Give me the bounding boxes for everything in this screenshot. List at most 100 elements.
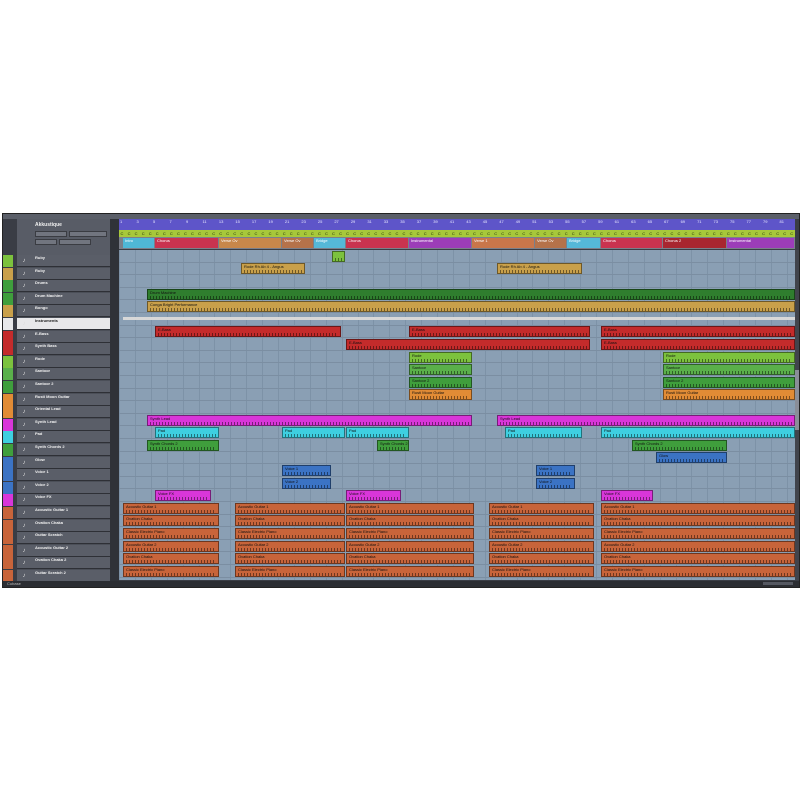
event-part[interactable]: Acoustic Guitar 2 [601, 540, 795, 552]
marker[interactable]: C [584, 231, 590, 236]
marker-track[interactable]: CCCCCCCCCCCCCCCCCCCCCCCCCCCCCCCCCCCCCCCC… [119, 230, 795, 237]
event-part[interactable]: Santoor [663, 364, 795, 376]
marker[interactable]: C [359, 231, 365, 236]
event-part[interactable]: Acoustic Guitar 2 [123, 540, 219, 552]
track-name[interactable]: Drums [35, 280, 48, 285]
event-part[interactable]: Ovation Chaka [601, 515, 795, 527]
event-part[interactable]: Ovation Chaka [489, 515, 594, 527]
marker[interactable]: C [253, 231, 259, 236]
marker[interactable]: C [725, 231, 731, 236]
arranger-section[interactable]: Verse Ov [219, 238, 281, 248]
marker[interactable]: C [676, 231, 682, 236]
event-part[interactable]: Acoustic Guitar 1 [489, 502, 594, 514]
track-visibility-button[interactable] [35, 239, 57, 245]
track-header[interactable]: ♪ Synth Chords 2 [3, 444, 110, 463]
event-part[interactable]: Voice FX [601, 490, 653, 502]
event-part[interactable]: Classic Electric Piano [489, 565, 594, 577]
vertical-scroll-thumb[interactable] [795, 370, 799, 430]
event-part[interactable]: Rusti Moon Guitar [663, 389, 795, 401]
event-part[interactable]: Pad [282, 427, 345, 439]
marker[interactable]: C [570, 231, 576, 236]
event-part[interactable]: Rode [663, 351, 795, 363]
marker[interactable]: C [119, 231, 125, 236]
event-part[interactable]: Synth Chords 2 [377, 439, 409, 451]
marker[interactable]: C [500, 231, 506, 236]
arranger-section[interactable]: Chorus [346, 238, 408, 248]
track-name[interactable]: Ruby [35, 268, 45, 273]
marker[interactable]: C [464, 231, 470, 236]
marker[interactable]: C [267, 231, 273, 236]
marker[interactable]: C [782, 231, 788, 236]
marker[interactable]: C [331, 231, 337, 236]
marker[interactable]: C [380, 231, 386, 236]
event-part[interactable]: Ovation Chaka [123, 553, 219, 565]
marker[interactable]: C [211, 231, 217, 236]
track-name[interactable]: Oriental Lead [35, 406, 61, 411]
event-part[interactable]: Santoor [409, 364, 472, 376]
track-name[interactable]: E-Bass [35, 331, 49, 336]
event-part[interactable]: Acoustic Guitar 1 [346, 502, 474, 514]
event-part[interactable]: Pad [505, 427, 582, 439]
horizontal-zoom-slider[interactable] [763, 582, 793, 585]
track-name[interactable]: Acoustic Guitar 1 [35, 507, 68, 512]
event-part[interactable]: Synth Chords 2 [147, 439, 219, 451]
track-name[interactable]: Ovation Chaka [35, 520, 63, 525]
event-part[interactable]: Voice FX [155, 490, 211, 502]
arranger-section[interactable]: Verse Ov [282, 238, 313, 248]
event-part[interactable]: Drum Machine [147, 288, 795, 300]
track-name[interactable]: Synth Chords 2 [35, 444, 65, 449]
event-part[interactable]: Ovation Chaka [123, 515, 219, 527]
marker[interactable]: C [789, 231, 795, 236]
track-name[interactable]: Synth Lead [35, 419, 57, 424]
folder-part[interactable] [123, 317, 795, 320]
event-part[interactable] [332, 250, 345, 262]
marker[interactable]: C [429, 231, 435, 236]
track-header[interactable]: ♪ Synth Lead [3, 418, 110, 438]
track-name[interactable]: Ovation Chaka 2 [35, 557, 66, 562]
timeline-ruler[interactable]: 1 3 5 7 9 11 13 15 17 19 21 23 25 27 29 31 33 35 37 39 41 43 4… [119, 219, 795, 230]
marker[interactable]: C [436, 231, 442, 236]
marker[interactable]: C [316, 231, 322, 236]
marker[interactable]: C [486, 231, 492, 236]
marker[interactable]: C [288, 231, 294, 236]
marker[interactable]: C [422, 231, 428, 236]
marker[interactable]: C [295, 231, 301, 236]
track-name[interactable]: Guitar Scratch [35, 532, 63, 537]
marker[interactable]: C [535, 231, 541, 236]
track-search-field[interactable] [35, 231, 67, 237]
marker[interactable]: C [704, 231, 710, 236]
track-preset-field[interactable] [59, 239, 91, 245]
event-part[interactable]: Acoustic Guitar 2 [346, 540, 474, 552]
marker[interactable]: C [260, 231, 266, 236]
arranger-section[interactable]: Intro [123, 238, 154, 248]
marker[interactable]: C [746, 231, 752, 236]
event-part[interactable]: E-Bass [346, 339, 590, 350]
marker[interactable]: C [239, 231, 245, 236]
event-part[interactable]: Santoor 2 [663, 376, 795, 388]
marker[interactable]: C [542, 231, 548, 236]
event-part[interactable]: Acoustic Guitar 2 [489, 540, 594, 552]
arranger-section[interactable]: Instrumental [409, 238, 471, 248]
track-name[interactable]: Acoustic Guitar 2 [35, 545, 68, 550]
event-part[interactable]: Voice 1 [536, 465, 575, 476]
marker[interactable]: C [387, 231, 393, 236]
track-header[interactable]: ♪ Santoor [3, 368, 110, 388]
marker[interactable]: C [168, 231, 174, 236]
marker[interactable]: C [225, 231, 231, 236]
marker[interactable]: C [147, 231, 153, 236]
event-part[interactable]: Voice FX [346, 490, 401, 502]
event-part[interactable]: Classic Electric Piano [235, 528, 345, 539]
arranger-section[interactable]: Chorus [155, 238, 218, 248]
marker[interactable]: C [761, 231, 767, 236]
marker[interactable]: C [591, 231, 597, 236]
marker[interactable]: C [577, 231, 583, 236]
marker[interactable]: C [563, 231, 569, 236]
event-part[interactable]: Pad [346, 427, 409, 439]
marker[interactable]: C [204, 231, 210, 236]
marker[interactable]: C [232, 231, 238, 236]
marker[interactable]: C [549, 231, 555, 236]
event-part[interactable]: Synth Lead [497, 414, 795, 426]
marker[interactable]: C [718, 231, 724, 236]
marker[interactable]: C [126, 231, 132, 236]
track-name[interactable]: Voice 2 [35, 482, 49, 487]
